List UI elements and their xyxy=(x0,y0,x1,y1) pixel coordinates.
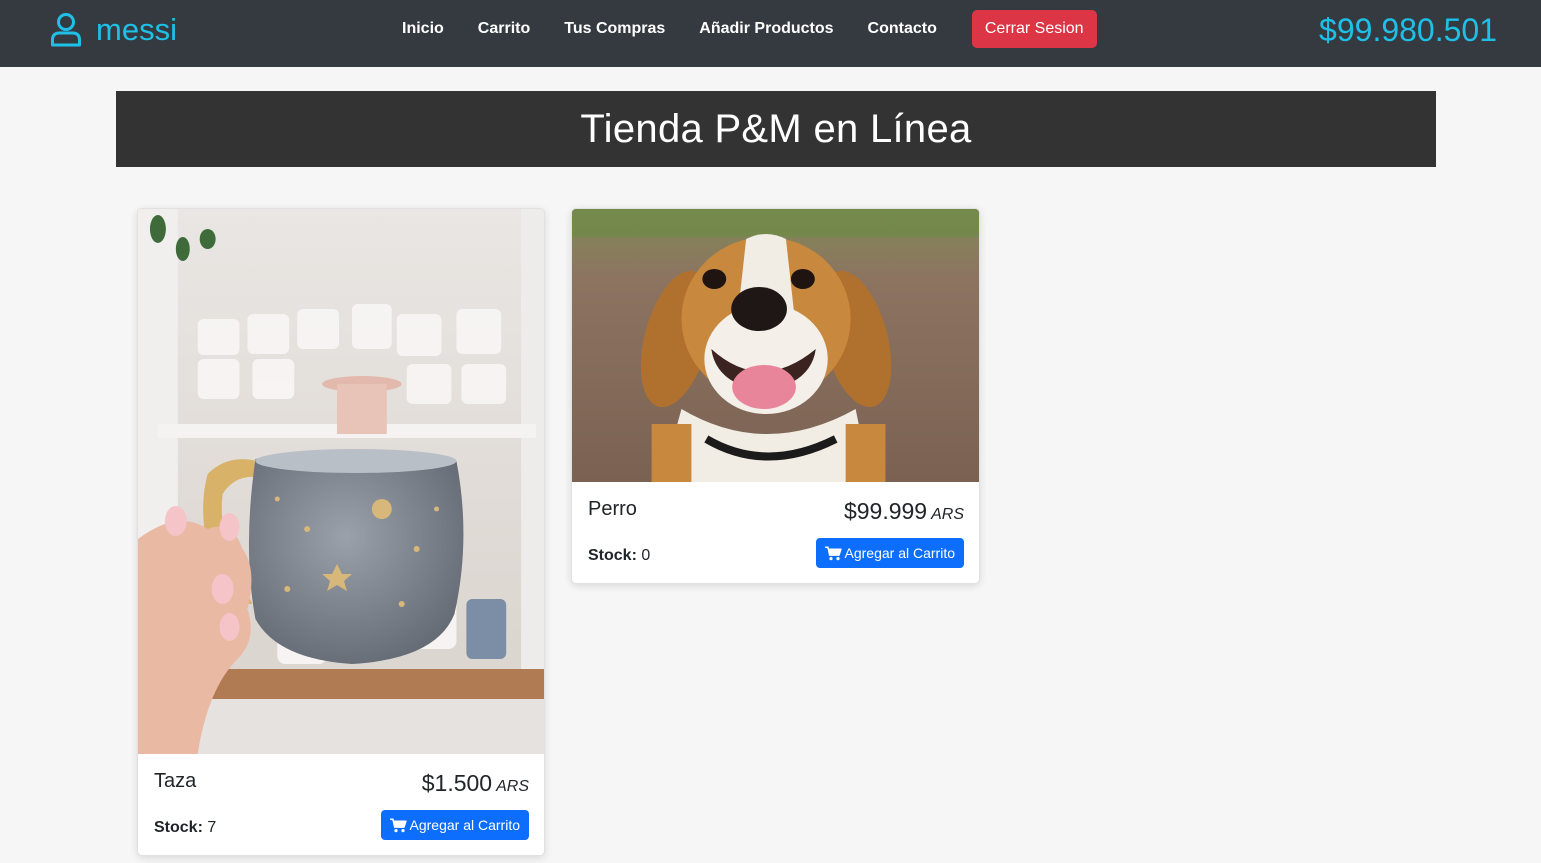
nav-menu: Inicio Carrito Tus Compras Añadir Produc… xyxy=(385,10,1097,48)
product-card: Perro $99.999 ARS Stock: 0 Agregar al Car… xyxy=(571,208,980,584)
account-balance: $99.980.501 xyxy=(1319,12,1497,48)
navbar: messi Inicio Carrito Tus Compras Añadir … xyxy=(0,0,1541,67)
cart-icon xyxy=(389,818,407,832)
product-stock: Stock: 7 xyxy=(154,819,216,837)
add-to-cart-label: Agregar al Carrito xyxy=(409,817,521,833)
nav-link-tus-compras[interactable]: Tus Compras xyxy=(547,20,682,38)
stock-label: Stock: xyxy=(154,819,203,836)
product-stock: Stock: 0 xyxy=(588,547,650,565)
product-image-dog xyxy=(572,209,979,482)
add-to-cart-button[interactable]: Agregar al Carrito xyxy=(815,538,964,568)
add-to-cart-button[interactable]: Agregar al Carrito xyxy=(380,810,529,840)
cart-icon xyxy=(824,546,842,560)
stock-label: Stock: xyxy=(588,547,637,564)
store-banner: Tienda P&M en Línea xyxy=(116,91,1436,167)
product-image-mug xyxy=(138,209,544,754)
nav-link-contacto[interactable]: Contacto xyxy=(851,20,954,38)
user-icon xyxy=(51,13,81,47)
add-to-cart-label: Agregar al Carrito xyxy=(844,545,956,561)
product-price: $1.500 ARS xyxy=(422,770,529,797)
user-profile-link[interactable]: messi xyxy=(50,10,177,50)
stock-value: 7 xyxy=(207,819,217,836)
price-amount: $99.999 xyxy=(843,498,928,524)
product-card: Taza $1.500 ARS Stock: 7 Agregar al Carri… xyxy=(137,208,545,856)
username: messi xyxy=(96,12,177,47)
page-title: Tienda P&M en Línea xyxy=(580,106,972,151)
price-currency: ARS xyxy=(496,778,529,795)
stock-value: 0 xyxy=(641,547,651,564)
logout-button[interactable]: Cerrar Sesion xyxy=(971,10,1097,48)
nav-link-inicio[interactable]: Inicio xyxy=(385,20,461,38)
product-price: $99.999 ARS xyxy=(844,498,964,525)
product-name: Taza xyxy=(154,770,197,792)
product-name: Perro xyxy=(588,498,637,520)
nav-link-anadir-productos[interactable]: Añadir Productos xyxy=(682,20,850,38)
price-currency: ARS xyxy=(931,506,964,523)
price-amount: $1.500 xyxy=(421,770,493,796)
nav-link-carrito[interactable]: Carrito xyxy=(461,20,547,38)
